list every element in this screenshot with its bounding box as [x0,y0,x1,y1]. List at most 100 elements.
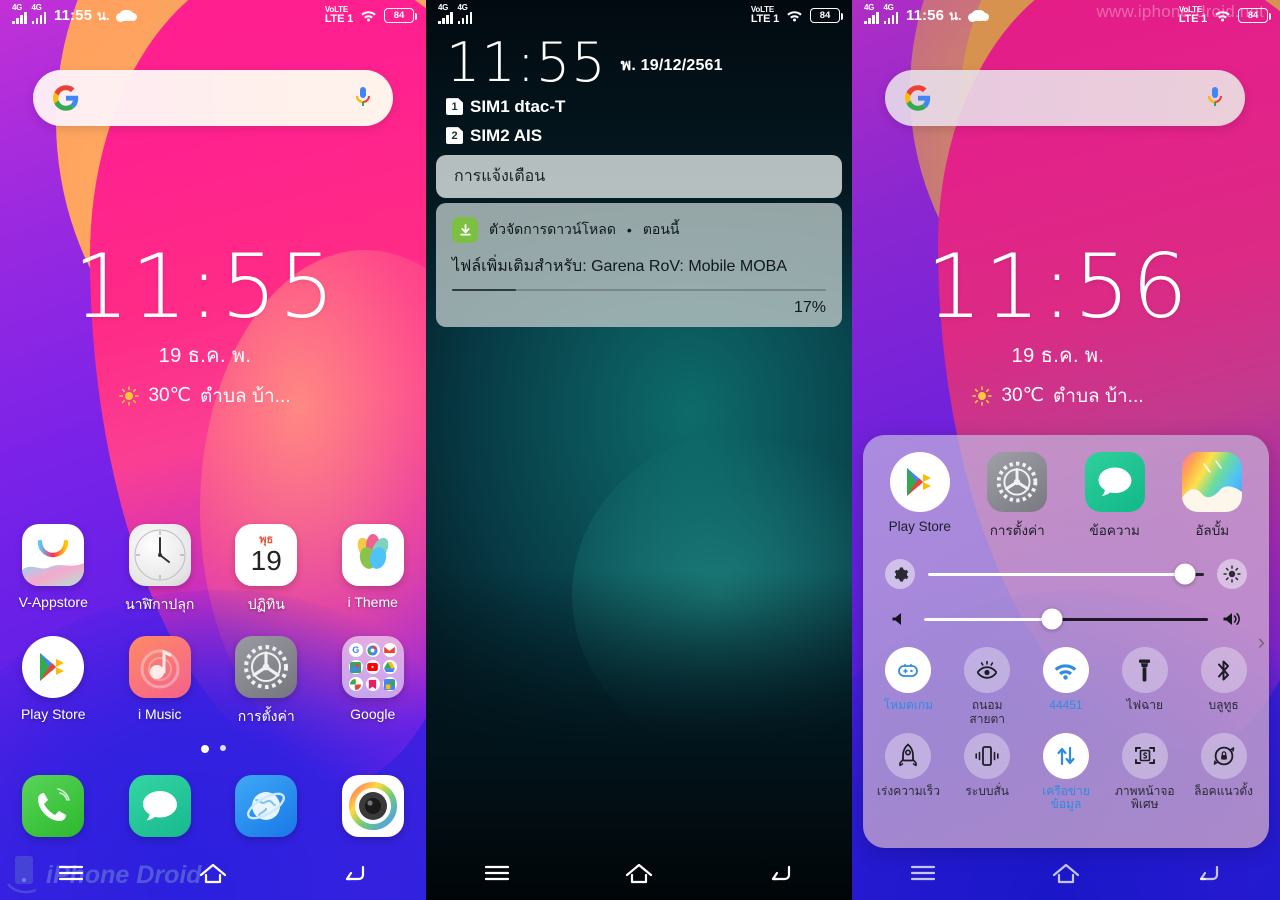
gear-icon[interactable] [885,559,915,589]
tile-screenshot[interactable]: ภาพหน้าจอ พิเศษ [1109,732,1181,813]
battery-indicator: 84 [384,7,417,23]
tile-bluetooth[interactable]: บลูทูธ [1188,647,1260,727]
app-i-music[interactable]: i Music [117,636,203,728]
shortcut-settings[interactable]: การตั้งค่า [977,452,1057,541]
volume-low-icon[interactable] [885,611,911,627]
weather-temperature: 30℃ [1001,385,1044,407]
control-center-shortcuts: Play Store การตั้งค่า ข้อความ อัลบั้ม [863,452,1269,541]
status-bar: 4G 4G 11:55 น. VoLTE LTE 1 84 [0,0,426,30]
tile-game-mode[interactable]: โหมดเกม [872,647,944,727]
sim2-row: 2 SIM2 AIS [446,126,832,146]
weather-widget[interactable]: 30℃ ตำบล บ้า... [852,381,1264,411]
play-store-icon [889,452,950,512]
clock-date: 19 ธ.ค. พ. [1011,344,1105,367]
messages-icon[interactable] [128,775,191,837]
clock-widget[interactable]: 11:55 19 ธ.ค. พ. 30℃ ตำบล บ้า... [0,235,426,411]
voice-search-icon[interactable] [1205,85,1225,111]
mini-icon-play-movies [365,677,380,691]
status-bar-left: 4G 4G [438,3,472,24]
app-v-appstore[interactable]: V-Appstore [10,524,96,616]
sim1-row: 1 SIM1 dtac-T [446,97,832,117]
google-search-bar[interactable] [33,70,393,126]
tile-boost[interactable]: เร่งความเร็ว [872,732,944,813]
shortcut-messages[interactable]: ข้อความ [1075,452,1155,541]
tile-eye-care[interactable]: ถนอม สายตา [951,647,1023,727]
shortcut-play-store[interactable]: Play Store [880,452,960,541]
boost-icon [885,732,932,779]
three-panel-screenshot: 4G 4G 11:55 น. VoLTE LTE 1 84 11:55 19 ธ… [0,0,1280,900]
app-settings[interactable]: การตั้งค่า [223,636,309,728]
google-search-bar[interactable] [885,70,1245,126]
tile-vibrate[interactable]: ระบบสั่น [951,732,1023,813]
app-calendar[interactable]: พุธ 19 ปฏิทิน [223,524,309,616]
status-bar-time: 11:56 [906,6,945,24]
app-google-folder[interactable]: G Google [330,636,416,728]
status-bar-left: 4G 4G 11:55 น. [12,3,137,26]
tile-label: ไฟฉาย [1126,698,1164,712]
app-alarm-clock[interactable]: นาฬิกาปลุก [117,524,203,616]
status-bar-right: VoLTE LTE 1 84 [751,6,843,25]
tile-label: ระบบสั่น [965,783,1010,798]
chevron-right-icon[interactable]: › [1258,629,1265,655]
brightness-slider-track[interactable] [928,563,1204,585]
weather-widget[interactable]: 30℃ ตำบล บ้า... [0,381,410,411]
signal-sim1-icon: 4G [12,3,27,24]
voice-search-icon[interactable] [353,85,373,111]
menu-icon[interactable] [472,855,522,891]
clock-icon [128,524,191,586]
clock-date: 19 ธ.ค. พ. [158,344,252,367]
volume-high-icon[interactable] [1221,611,1247,627]
brightness-slider-knob[interactable] [1174,563,1196,585]
network-type-label-1: 4G [12,3,23,12]
notifications-header[interactable]: การแจ้งเตือน [436,155,842,198]
clock-widget[interactable]: 11:56 19 ธ.ค. พ. 30℃ ตำบล บ้า... [852,243,1280,411]
tile-mobile-data[interactable]: เครือข่าย ข้อมูล [1030,732,1102,813]
app-i-theme[interactable]: i Theme [330,524,416,616]
cloud-icon [967,9,989,22]
app-play-store[interactable]: Play Store [10,636,96,728]
phone-icon[interactable] [22,775,85,837]
tile-label: 44451 [1049,698,1083,712]
panel-home-screen: 4G 4G 11:55 น. VoLTE LTE 1 84 11:55 19 ธ… [0,0,426,900]
home-icon[interactable] [1041,855,1091,891]
app-label: ปฏิทิน [247,596,285,612]
notification-card[interactable]: ตัวจัดการดาวน์โหลด • ตอนนี้ ไฟล์เพิ่มเติ… [436,203,842,327]
home-icon[interactable] [188,855,238,891]
mobile-data-icon [1042,732,1089,779]
volte-indicator: VoLTE LTE 1 [751,6,779,25]
signal-sim1-icon: 4G [438,3,453,24]
brightness-slider-row[interactable] [863,559,1269,589]
shortcut-album[interactable]: อัลบั้ม [1172,452,1252,541]
camera-icon[interactable] [341,775,404,837]
tile-label: ล็อคแนวตั้ง [1194,783,1254,798]
tile-flashlight[interactable]: ไฟฉาย [1109,647,1181,727]
network-type-label-2: 4G [883,3,894,12]
status-bar-right: VoLTE LTE 1 84 [325,6,417,25]
app-label: i Theme [347,594,398,610]
menu-icon[interactable] [898,855,948,891]
back-icon[interactable] [1184,855,1234,891]
back-icon[interactable] [330,855,380,891]
status-bar-time-unit: น. [97,7,110,23]
volume-slider-row[interactable] [863,608,1269,630]
volume-slider-track[interactable] [924,608,1208,630]
tile-wifi[interactable]: 44451 [1030,647,1102,727]
tiles-row-2: เร่งความเร็ว ระบบสั่น เครือข่าย ข้อมูล ภ… [863,732,1269,813]
clock-time: 11:55 [73,235,337,338]
menu-icon[interactable] [46,855,96,891]
brightness-slider-fill [928,572,1185,576]
volume-slider-knob[interactable] [1041,608,1063,630]
app-label: V-Appstore [18,594,88,610]
back-icon[interactable] [756,855,806,891]
browser-icon[interactable] [235,775,298,837]
shade-header: 11:55 พ. 19/12/2561 1 SIM1 dtac-T 2 SIM2… [446,36,832,146]
brightness-icon[interactable] [1217,559,1247,589]
notification-meta: ตัวจัดการดาวน์โหลด • ตอนนี้ [452,217,826,243]
app-label: Play Store [20,706,86,722]
tile-rotation-lock[interactable]: ล็อคแนวตั้ง [1188,732,1260,813]
panel-notification-shade: 4G 4G VoLTE LTE 1 84 11:55 พ. 19/12/2561… [426,0,852,900]
notification-separator: • [626,222,632,238]
home-icon[interactable] [614,855,664,891]
battery-indicator: 84 [810,7,843,23]
volte-indicator: VoLTE LTE 1 [325,6,353,25]
